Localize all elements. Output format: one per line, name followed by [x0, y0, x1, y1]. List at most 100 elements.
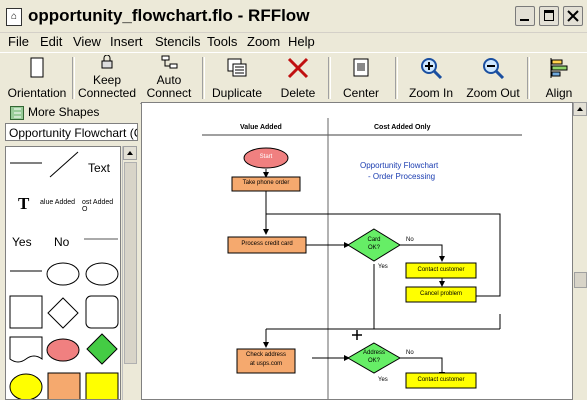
toolbar-separator [527, 57, 530, 99]
no-label-shape[interactable]: No [54, 235, 69, 249]
lane-value-added: Value Added [240, 124, 282, 131]
delete-label: Delete [280, 86, 316, 100]
shape-palette: Text T alue Added ost Added O Yes No [5, 146, 121, 400]
address-ok-label-2: OK? [367, 358, 380, 364]
auto-connect-label-2: Connect [146, 86, 192, 100]
window-title: opportunity_flowchart.flo - RFFlow [28, 6, 310, 25]
zoom-in-icon [421, 58, 443, 79]
process-credit-card-label: Process credit card [241, 241, 293, 247]
diamond-shape[interactable] [47, 297, 79, 329]
document-shape[interactable] [9, 336, 43, 363]
check-address-label-2: at usps.com [249, 361, 283, 367]
no-label: No [406, 237, 414, 243]
page-orientation-icon [30, 57, 44, 78]
menu-stencils[interactable]: Stencils [155, 34, 201, 49]
text-shape[interactable]: Text [88, 161, 110, 175]
close-button[interactable] [563, 6, 583, 26]
yes-label-shape[interactable]: Yes [12, 235, 32, 249]
square-shape[interactable] [9, 295, 43, 329]
cost-added-shape[interactable]: ost Added O [82, 199, 120, 213]
scroll-thumb[interactable] [124, 162, 137, 364]
rounded-square-shape[interactable] [85, 295, 119, 329]
palette-scrollbar[interactable] [122, 146, 137, 400]
minimize-button[interactable] [515, 6, 535, 26]
menu-file[interactable]: File [8, 34, 29, 49]
delete-x-icon [287, 57, 309, 79]
duplicate-icon [227, 58, 247, 77]
take-phone-order-label: Take phone order [242, 180, 290, 186]
orange-process-shape[interactable] [47, 372, 81, 400]
close-icon [567, 10, 579, 22]
contact-customer-label: Contact customer [417, 267, 465, 273]
app-icon: ⌂ [6, 8, 22, 26]
terminator-shape[interactable] [46, 338, 80, 362]
value-added-shape[interactable]: alue Added [40, 199, 75, 206]
zoom-out-label: Zoom Out [466, 86, 520, 100]
auto-connect-icon [161, 55, 178, 69]
title-bar: ⌂ opportunity_flowchart.flo - RFFlow [0, 0, 587, 33]
center-icon [353, 58, 369, 77]
menu-bar: File Edit View Insert Stencils Tools Zoo… [0, 32, 587, 52]
card-ok-label-1: Card [367, 237, 381, 243]
chart-title-line2: - Order Processing [368, 172, 436, 181]
arrow-up-icon [577, 107, 583, 111]
toolbar-separator [395, 57, 398, 99]
decision-shape[interactable] [86, 333, 118, 365]
maximize-button[interactable] [539, 6, 559, 26]
stencil-grid-icon [10, 106, 24, 120]
check-address-label-1: Check address [245, 352, 287, 358]
zoom-out-button[interactable]: Zoom Out [463, 53, 523, 103]
center-button[interactable]: Center [332, 53, 390, 103]
palette-shapes [9, 151, 119, 400]
yellow-process-shape[interactable] [85, 372, 119, 400]
menu-help[interactable]: Help [288, 34, 315, 49]
ellipse-shape[interactable] [46, 262, 80, 286]
text-tool-shape[interactable]: T [18, 194, 29, 214]
keep-connected-label-2: Connected [77, 86, 137, 100]
canvas-vertical-scrollbar[interactable] [573, 102, 587, 400]
yes-label-2: Yes [378, 377, 388, 383]
toolbar-separator [202, 57, 205, 99]
stencil-library-selector[interactable]: Opportunity Flowchart (C [5, 123, 138, 141]
diagonal-line-shape[interactable] [49, 151, 79, 178]
menu-view[interactable]: View [73, 34, 101, 49]
ellipse-shape-2[interactable] [85, 262, 119, 286]
menu-zoom[interactable]: Zoom [247, 34, 280, 49]
menu-insert[interactable]: Insert [110, 34, 143, 49]
duplicate-button[interactable]: Duplicate [206, 53, 268, 103]
zoom-in-label: Zoom In [408, 86, 453, 100]
yes-label: Yes [378, 264, 388, 270]
lock-icon [101, 55, 113, 69]
center-label: Center [342, 86, 380, 100]
keep-connected-button[interactable]: Keep Connected [76, 53, 138, 103]
menu-tools[interactable]: Tools [207, 34, 237, 49]
yellow-ellipse-shape[interactable] [9, 373, 43, 400]
duplicate-label: Duplicate [211, 86, 263, 100]
lane-cost-added: Cost Added Only [374, 124, 431, 131]
cursor-crosshair-icon [352, 330, 362, 340]
menu-edit[interactable]: Edit [40, 34, 62, 49]
card-ok-label-2: OK? [367, 245, 380, 251]
align-button[interactable]: Align [533, 53, 585, 103]
align-label: Align [545, 86, 573, 100]
flowchart-canvas[interactable]: Value Added Cost Added Only Opportunity … [141, 102, 573, 400]
orientation-label: Orientation [7, 86, 67, 100]
contact-customer-label-2: Contact customer [417, 377, 465, 383]
toolbar-separator [72, 57, 75, 99]
scroll-up-button[interactable] [573, 102, 587, 116]
shapes-panel: More Shapes Opportunity Flowchart (C Tex… [0, 102, 140, 400]
zoom-in-button[interactable]: Zoom In [399, 53, 463, 103]
more-shapes-button[interactable]: More Shapes [28, 105, 99, 119]
start-label: Start [259, 154, 273, 160]
align-icon [550, 58, 568, 78]
scroll-thumb[interactable] [574, 272, 587, 288]
delete-button[interactable]: Delete [272, 53, 324, 103]
auto-connect-button[interactable]: Auto Connect [140, 53, 198, 103]
scroll-up-button[interactable] [123, 146, 137, 160]
address-ok-label-1: Address [362, 350, 385, 356]
toolbar: Orientation Keep Connected Auto Connect … [0, 52, 587, 104]
orientation-button[interactable]: Orientation [4, 53, 70, 103]
zoom-out-icon [483, 58, 505, 79]
minimize-icon [520, 19, 529, 21]
chart-title-line1: Opportunity Flowchart [360, 161, 439, 170]
